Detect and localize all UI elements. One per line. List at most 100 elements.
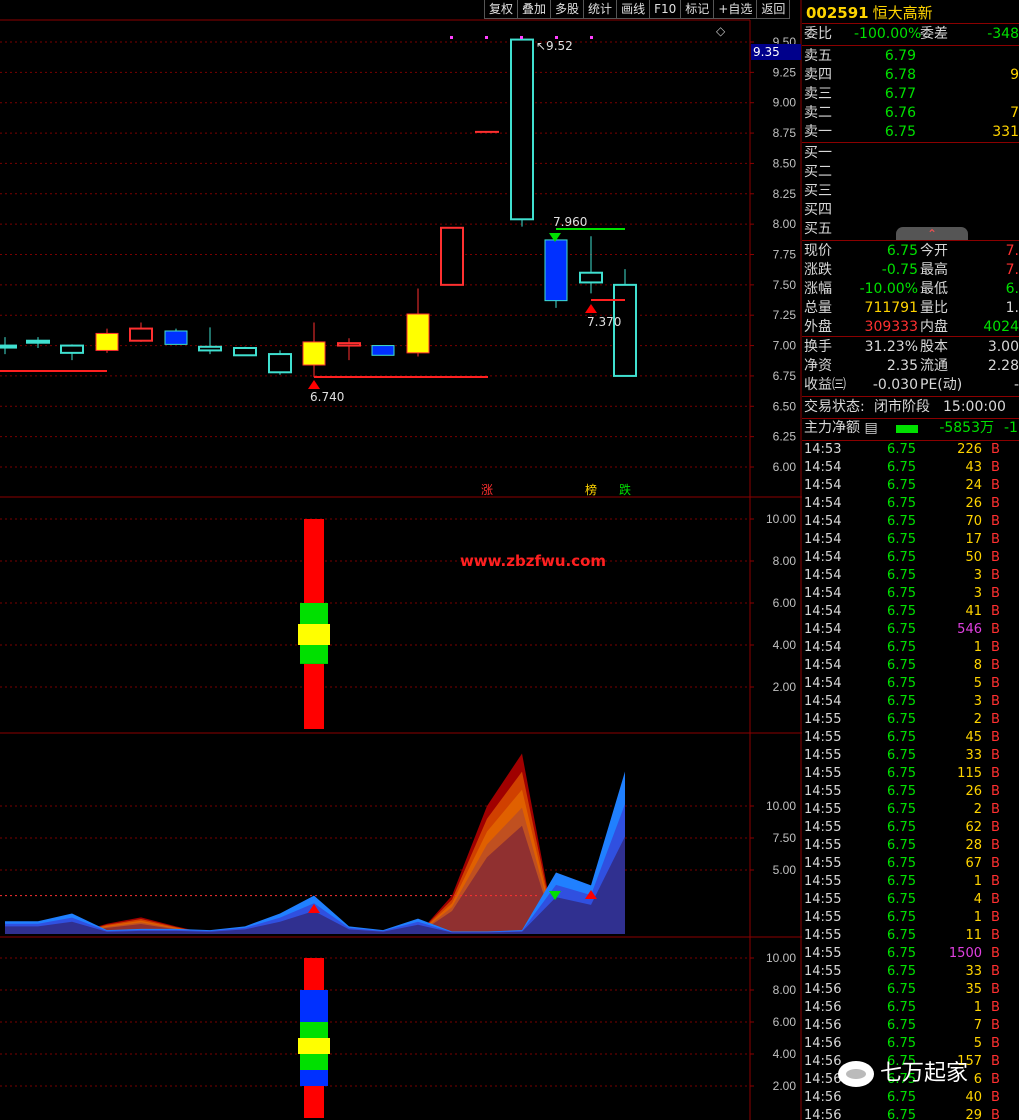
- fund-value-2: 3.00: [987, 339, 1019, 355]
- quote-label: 涨幅: [804, 281, 832, 297]
- stock-header: 002591 恒大高新: [806, 2, 933, 23]
- tick-time: 14:54: [804, 604, 842, 619]
- tick-side: B: [991, 622, 1000, 637]
- indicator-bar-segment: [300, 1054, 328, 1070]
- fund-label: 换手: [804, 339, 832, 355]
- fundamental-row: 净资 2.35 流通 2.28: [802, 357, 1019, 376]
- tick-row: 14:56 6.75 1 B: [802, 999, 1019, 1017]
- tick-volume: 7: [973, 1018, 982, 1033]
- toolbar-button-6[interactable]: 标记: [680, 0, 714, 19]
- tick-price: 6.75: [887, 1018, 916, 1033]
- tick-side: B: [991, 478, 1000, 493]
- tick-side: B: [991, 640, 1000, 655]
- toolbar-button-2[interactable]: 多股: [550, 0, 584, 19]
- quote-value: 309333: [864, 319, 918, 335]
- candle-body: [337, 342, 361, 347]
- candle-body: [371, 345, 395, 356]
- tick-row: 14:54 6.75 24 B: [802, 477, 1019, 495]
- tick-volume: 2: [973, 802, 982, 817]
- fund-value: 2.35: [886, 358, 918, 374]
- chevron-up-icon[interactable]: ⌃: [896, 227, 968, 241]
- toolbar-button-1[interactable]: 叠加: [517, 0, 551, 19]
- tick-time: 14:54: [804, 460, 842, 475]
- quote-panel: 002591 恒大高新 委比 -100.00% 委差 -348 卖五 6.79 卖四 6.78 9…: [802, 0, 1019, 1120]
- ask-price: 6.76: [884, 105, 916, 121]
- tick-time: 14:55: [804, 730, 842, 745]
- toolbar-button-5[interactable]: F10: [649, 0, 681, 19]
- tick-time: 14:54: [804, 496, 842, 511]
- toolbar-button-0[interactable]: 复权: [484, 0, 518, 19]
- fund-value: 31.23%: [864, 339, 918, 355]
- order-diff-value: -348: [987, 26, 1019, 42]
- quote-label-2: 最低: [920, 281, 948, 297]
- ask-row: 卖一 6.75 331: [802, 123, 1019, 142]
- order-ratio-row: 委比 -100.00% 委差 -348: [802, 25, 1019, 44]
- toolbar-button-4[interactable]: 画线: [616, 0, 650, 19]
- tick-row: 14:55 6.75 1 B: [802, 909, 1019, 927]
- tick-price: 6.75: [887, 1090, 916, 1105]
- signal-dot: [520, 36, 523, 39]
- tick-label: 7.50: [773, 278, 797, 292]
- ask-volume: 7: [1010, 105, 1019, 121]
- tick-row: 14:54 6.75 1 B: [802, 639, 1019, 657]
- tick-label: 4.00: [773, 638, 797, 652]
- kline-chart-area[interactable]: 9.509.259.008.758.508.258.007.757.507.25…: [0, 0, 802, 1120]
- candle-body: [440, 226, 464, 286]
- candle-body: [26, 339, 50, 344]
- tick-side: B: [991, 874, 1000, 889]
- tick-price: 6.75: [887, 1000, 916, 1015]
- toolbar-button-7[interactable]: +自选: [713, 0, 757, 19]
- tick-price: 6.75: [887, 910, 916, 925]
- tick-side: B: [991, 982, 1000, 997]
- tick-side: B: [991, 568, 1000, 583]
- tick-row: 14:54 6.75 3 B: [802, 693, 1019, 711]
- tick-side: B: [991, 514, 1000, 529]
- tick-side: B: [991, 442, 1000, 457]
- trade-status-row: 交易状态: 闭市阶段 15:00:00: [802, 398, 1019, 417]
- candle-body: [164, 330, 188, 345]
- tick-label: 9.25: [773, 65, 797, 79]
- divider: [802, 45, 1019, 46]
- toolbar-button-8[interactable]: 返回: [756, 0, 791, 19]
- fund-label-2: 流通: [920, 358, 948, 374]
- tick-volume: 1: [973, 1000, 982, 1015]
- tick-time: 14:53: [804, 442, 842, 457]
- tick-row: 14:54 6.75 546 B: [802, 621, 1019, 639]
- tick-price: 6.75: [887, 766, 916, 781]
- candle-body: [579, 271, 603, 284]
- candle-body: [613, 283, 637, 377]
- tick-label: 7.25: [773, 308, 797, 322]
- tick-row: 14:56 6.75 35 B: [802, 981, 1019, 999]
- indicator-bar-segment: [304, 663, 324, 729]
- tick-time: 14:54: [804, 514, 842, 529]
- candle-body: [406, 313, 430, 354]
- candle-body: [95, 332, 119, 351]
- signal-dot: [590, 36, 593, 39]
- toolbar-button-3[interactable]: 统计: [583, 0, 617, 19]
- tick-label: 6.50: [773, 399, 797, 413]
- tick-label: 8.25: [773, 187, 797, 201]
- tick-side: B: [991, 964, 1000, 979]
- tick-side: B: [991, 1072, 1000, 1087]
- tick-price: 6.75: [887, 676, 916, 691]
- order-ratio-value: -100.00%: [854, 26, 922, 42]
- signal-dot: [555, 36, 558, 39]
- ask-price: 6.75: [884, 124, 916, 140]
- tick-price: 6.75: [887, 532, 916, 547]
- tick-time: 14:54: [804, 550, 842, 565]
- tick-label: 2.00: [773, 1079, 797, 1093]
- tick-row: 14:55 6.75 45 B: [802, 729, 1019, 747]
- tick-side: B: [991, 658, 1000, 673]
- tick-price: 6.75: [887, 586, 916, 601]
- tick-label: 7.50: [773, 831, 797, 845]
- tick-label: 6.00: [773, 460, 797, 474]
- tick-row: 14:55 6.75 33 B: [802, 963, 1019, 981]
- quote-row: 涨跌 -0.75 最高 7.: [802, 261, 1019, 280]
- ask-volume: 331: [992, 124, 1019, 140]
- quote-value-2: 4024: [983, 319, 1019, 335]
- tick-volume: 1: [973, 874, 982, 889]
- tick-side: B: [991, 1018, 1000, 1033]
- stock-code: 002591: [806, 4, 869, 22]
- tick-row: 14:55 6.75 62 B: [802, 819, 1019, 837]
- tick-volume: 1: [973, 910, 982, 925]
